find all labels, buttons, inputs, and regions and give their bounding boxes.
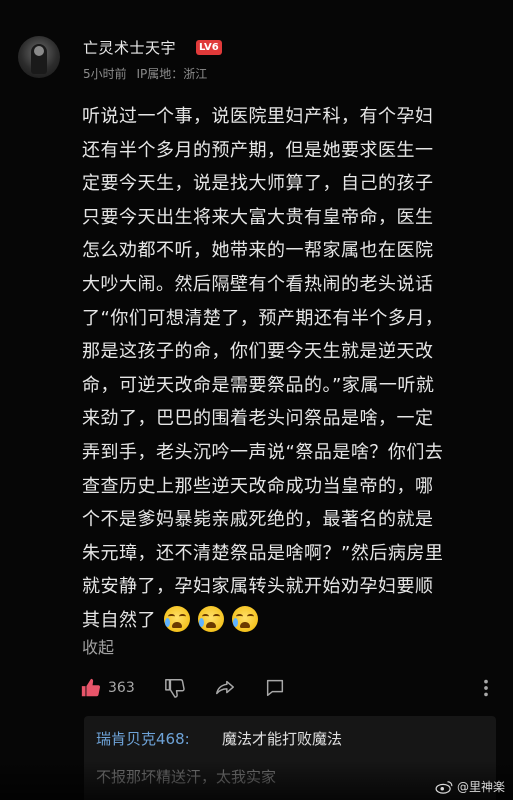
comment-line-text: 其自然了 [82, 609, 156, 631]
comment-line: 定要今天生，说是找大师算了，自己的孩子 [82, 173, 434, 195]
like-button[interactable]: 363 [80, 672, 135, 704]
comment-line: 弄到手，老头沉吟一声说“祭品是啥？你们去 [82, 441, 444, 463]
comment-line: 就安静了，孕妇家属转头就开始劝孕妇要顺 [82, 576, 434, 598]
thumbs-down-icon [165, 679, 185, 698]
crying-emoji-icon [198, 605, 224, 632]
comment-line: 查查历史上那些逆天改命成功当皇帝的，哪 [82, 475, 434, 497]
comment-button[interactable] [264, 672, 286, 704]
more-icon [484, 679, 488, 697]
collapse-button[interactable]: 收起 [82, 634, 114, 658]
comment-page: 亡灵术士天宇 LV6 5小时前 IP属地：浙江 听说过一个事，说医院里妇产科，有… [0, 0, 513, 800]
level-badge: LV6 [196, 40, 222, 55]
comment-line: 那是这孩子的命，你们要今天生就是逆天改 [82, 341, 434, 363]
reply-text-next: 不报那坏精送汗，太我实家 [96, 768, 277, 786]
ip-location: IP属地：浙江 [136, 67, 208, 81]
share-button[interactable] [214, 672, 236, 704]
post-time: 5小时前 [83, 67, 127, 81]
comment-line: 来劲了，巴巴的围着老头问祭品是啥，一定 [82, 408, 434, 430]
crying-emoji-icon [164, 605, 190, 632]
like-count: 363 [108, 680, 135, 696]
comment-body: 听说过一个事，说医院里妇产科，有个孕妇 还有半个多月的预产期，但是她要求医生一 … [82, 100, 512, 638]
post-meta: 5小时前 IP属地：浙江 [83, 65, 213, 82]
comment-line: 听说过一个事，说医院里妇产科，有个孕妇 [82, 106, 434, 127]
crying-emoji-icon [232, 605, 258, 632]
share-icon [216, 680, 234, 695]
comment-line: 只要今天出生将来大富大贵有皇帝命，医生 [82, 206, 434, 228]
comment-icon [266, 679, 284, 697]
comment-line: 还有半个多月的预产期，但是她要求医生一 [82, 139, 434, 161]
avatar[interactable] [18, 36, 60, 78]
dislike-button[interactable] [164, 672, 186, 704]
reply-text: 魔法才能打败魔法 [222, 730, 343, 748]
thumbs-up-icon [81, 678, 101, 697]
comment-line: 怎么劝都不听，她带来的一帮家属也在医院 [82, 240, 434, 262]
avatar-head [34, 46, 44, 56]
watermark: @里神楽 [435, 778, 505, 795]
action-bar: 363 [80, 672, 500, 704]
comment-line-last: 其自然了 [82, 604, 512, 638]
reply-username[interactable]: 瑞肯贝克468: [96, 728, 190, 749]
comment-line: 了“你们可想清楚了，预产期还有半个多月， [82, 307, 444, 329]
comment-line: 命，可逆天改命是需要祭品的。”家属一听就 [82, 374, 435, 396]
weibo-icon [435, 780, 453, 794]
comment-line: 大吵大闹。然后隔壁有个看热闹的老头说话 [82, 273, 434, 295]
more-button[interactable] [478, 672, 494, 704]
watermark-text: @里神楽 [456, 780, 505, 794]
comment-line: 个不是爹妈暴毙亲戚死绝的，最著名的就是 [82, 509, 434, 531]
username[interactable]: 亡灵术士天宇 [83, 37, 176, 58]
comment-line: 朱元璋，还不清楚祭品是啥啊？”然后病房里 [82, 542, 444, 564]
